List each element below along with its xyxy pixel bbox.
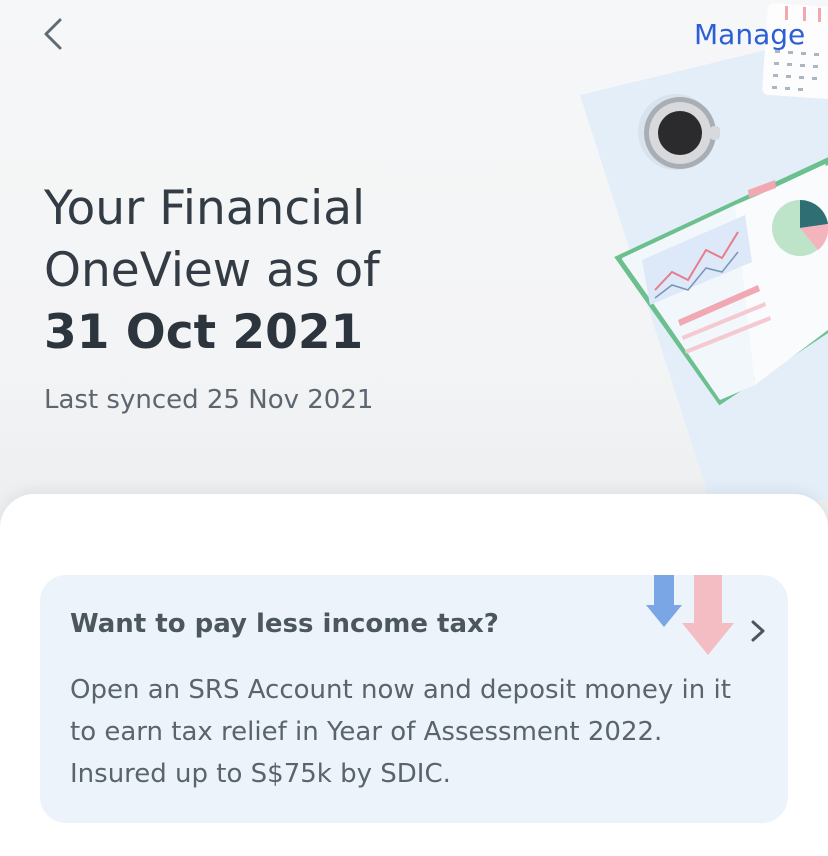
page-title: Your Financial OneView as of 31 Oct 2021	[44, 178, 380, 364]
header: Manage Your Financial OneView as of 31 O…	[0, 0, 828, 520]
manage-link[interactable]: Manage	[694, 18, 805, 51]
desk-illustration	[580, 3, 828, 500]
as-of-date: 31 Oct 2021	[44, 305, 364, 360]
promo-body: Open an SRS Account now and deposit mone…	[70, 675, 731, 789]
title-line-2: OneView as of	[44, 243, 380, 298]
content-sheet: Want to pay less income tax? Open an SRS…	[0, 494, 828, 856]
srs-promo-card[interactable]: Want to pay less income tax? Open an SRS…	[40, 575, 788, 823]
chevron-right-icon[interactable]	[744, 617, 772, 645]
back-chevron-icon[interactable]	[36, 14, 76, 54]
tax-down-arrows-icon	[646, 575, 734, 655]
last-synced-text: Last synced 25 Nov 2021	[44, 385, 374, 415]
promo-title: Want to pay less income tax?	[70, 609, 499, 639]
title-line-1: Your Financial	[44, 181, 366, 236]
